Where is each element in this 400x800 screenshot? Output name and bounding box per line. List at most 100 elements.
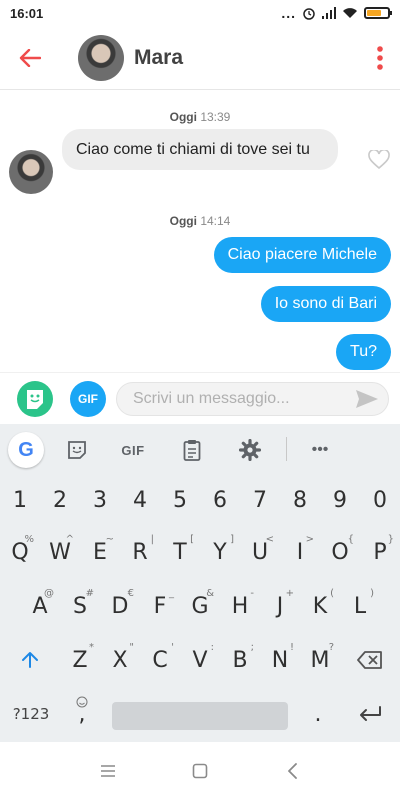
key[interactable]: V: <box>180 634 220 686</box>
key[interactable]: O{ <box>320 526 360 578</box>
space-bar[interactable] <box>112 702 288 730</box>
contact-name[interactable]: Mara <box>134 46 360 70</box>
key-label: N <box>271 647 289 673</box>
key-label: L <box>353 593 367 619</box>
recents-button[interactable] <box>93 756 123 786</box>
symbols-key[interactable]: ?123 <box>0 688 62 740</box>
key[interactable]: 9 <box>320 474 360 526</box>
key[interactable]: H- <box>220 580 260 632</box>
gear-icon <box>239 439 261 461</box>
chat-screen: 16:01 ... Mara Oggi 13:39 Ciao come ti c… <box>0 0 400 800</box>
keyboard: G GIF ••• 1 2 3 4 5 6 7 8 9 0 Q % W ^ E … <box>0 424 400 742</box>
key[interactable]: X " <box>100 634 140 686</box>
key[interactable]: J + <box>260 580 300 632</box>
sticker-icon <box>27 389 43 409</box>
key[interactable]: I > <box>280 526 320 578</box>
key-hint: @ <box>44 588 54 599</box>
menu-button[interactable] <box>360 26 400 90</box>
key-hint: [ <box>190 534 194 545</box>
key-hint: ' <box>171 642 174 653</box>
settings-button[interactable] <box>233 433 267 467</box>
key[interactable]: 6 <box>200 474 240 526</box>
key[interactable]: R | <box>120 526 160 578</box>
key[interactable]: 1 <box>0 474 40 526</box>
key[interactable]: Y] <box>200 526 240 578</box>
key[interactable]: F _ <box>140 580 180 632</box>
key[interactable]: 4 <box>120 474 160 526</box>
key[interactable]: S # <box>60 580 100 632</box>
key[interactable]: 7 <box>240 474 280 526</box>
key[interactable]: U < <box>240 526 280 578</box>
outgoing-message[interactable]: Tu? <box>336 334 391 370</box>
key[interactable]: K( <box>300 580 340 632</box>
kebab-menu-icon <box>377 45 383 70</box>
home-button[interactable] <box>185 756 215 786</box>
heart-outline-icon[interactable] <box>368 150 390 170</box>
key-label: Z <box>72 647 88 673</box>
key[interactable]: 8 <box>280 474 320 526</box>
key[interactable]: B; <box>220 634 260 686</box>
gif-button[interactable]: GIF <box>70 380 106 417</box>
contact-avatar[interactable] <box>78 34 124 81</box>
key[interactable]: Z * <box>60 634 100 686</box>
key[interactable]: C ' <box>140 634 180 686</box>
sender-avatar[interactable] <box>9 150 53 194</box>
sticker-icon <box>68 441 86 459</box>
send-button[interactable] <box>352 384 382 414</box>
key-hint: _ <box>169 588 174 599</box>
key-hint: ~ <box>105 534 114 545</box>
key[interactable]: G & <box>180 580 220 632</box>
back-button[interactable] <box>0 26 60 90</box>
key[interactable]: D € <box>100 580 140 632</box>
key[interactable]: Q% <box>0 526 40 578</box>
letter-row-2: A @ S # D € F _ G & H- J + K( L) <box>0 580 400 632</box>
clipboard-button[interactable] <box>175 433 209 467</box>
key-label: H <box>231 593 249 619</box>
google-search-button[interactable]: G <box>8 432 44 468</box>
key-label: Y <box>213 539 227 565</box>
key[interactable]: T[ <box>160 526 200 578</box>
gif-search-button[interactable]: GIF <box>116 433 150 467</box>
key[interactable]: 5 <box>160 474 200 526</box>
period-key[interactable]: . <box>298 688 338 740</box>
key[interactable]: P} <box>360 526 400 578</box>
key-hint: € <box>127 588 134 599</box>
key[interactable]: W ^ <box>40 526 80 578</box>
key[interactable]: M? <box>300 634 340 686</box>
key-hint: ? <box>328 642 334 653</box>
letter-row-1: Q% W ^ E ~ R | T[ Y] U < I > O{ P} <box>0 526 400 578</box>
emoji-sticker-button[interactable] <box>60 433 94 467</box>
shift-key[interactable] <box>0 634 60 686</box>
home-square-icon <box>192 763 208 779</box>
key-hint: } <box>387 534 394 545</box>
enter-icon <box>360 706 381 721</box>
message-list[interactable]: Oggi 13:39 Ciao come ti chiami di tove s… <box>0 90 400 372</box>
key-hint: # <box>85 588 94 599</box>
more-button[interactable]: ••• <box>303 433 337 467</box>
key[interactable]: L) <box>340 580 380 632</box>
backspace-key[interactable] <box>340 634 400 686</box>
message-input[interactable] <box>133 389 352 408</box>
key[interactable]: E ~ <box>80 526 120 578</box>
key-label: I <box>296 539 304 565</box>
key-hint: ] <box>230 534 234 545</box>
key[interactable]: N! <box>260 634 300 686</box>
key[interactable]: A @ <box>20 580 60 632</box>
sticker-button[interactable] <box>17 380 53 417</box>
bottom-row: ?123 , . <box>0 688 400 740</box>
key[interactable]: 2 <box>40 474 80 526</box>
incoming-message[interactable]: Ciao come ti chiami di tove sei tu <box>62 129 338 170</box>
key[interactable]: 3 <box>80 474 120 526</box>
key[interactable]: 0 <box>360 474 400 526</box>
comma-key[interactable]: , <box>62 688 102 740</box>
key-label: X <box>112 647 128 673</box>
outgoing-message[interactable]: Ciao piacere Michele <box>213 237 391 273</box>
enter-key[interactable] <box>340 688 400 740</box>
key-hint: { <box>347 534 354 545</box>
back-nav-button[interactable] <box>277 756 307 786</box>
outgoing-message[interactable]: Io sono di Bari <box>260 286 391 322</box>
number-row: 1 2 3 4 5 6 7 8 9 0 <box>0 474 400 526</box>
arrow-left-icon <box>19 48 41 67</box>
key-label: J <box>276 593 284 619</box>
timestamp-day: Oggi <box>169 214 197 228</box>
